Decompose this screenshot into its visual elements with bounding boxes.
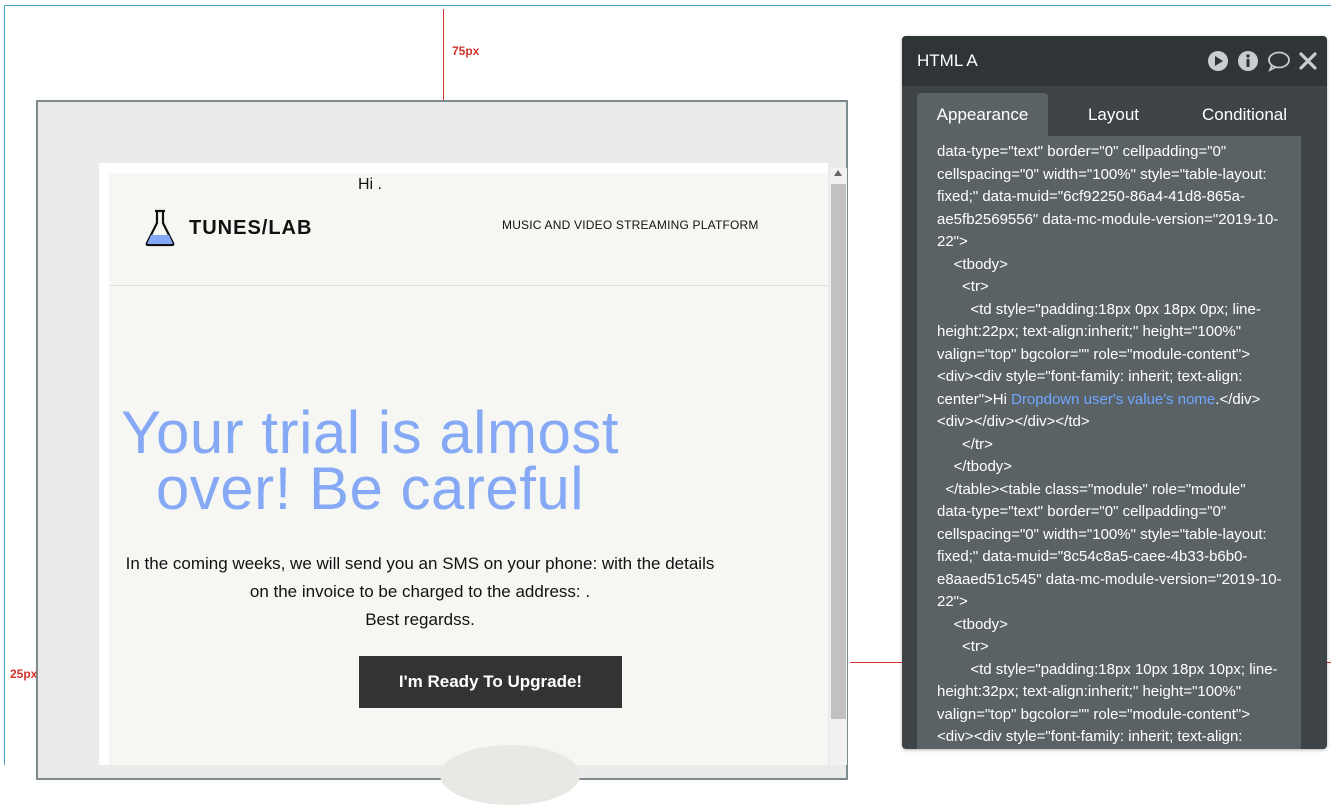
body-line-2: on the invoice to be charged to the addr… bbox=[249, 582, 591, 601]
scroll-thumb[interactable] bbox=[831, 184, 846, 719]
body-line-3: Best regardss. bbox=[365, 610, 475, 629]
email-headline: Your trial is almost over! Be careful bbox=[0, 399, 750, 522]
tab-appearance[interactable]: Appearance bbox=[917, 93, 1048, 136]
email-scrollbar[interactable] bbox=[830, 168, 847, 765]
headline-line-1: Your trial is almost bbox=[121, 399, 619, 466]
scroll-up-arrow-icon[interactable] bbox=[834, 170, 842, 176]
play-icon[interactable] bbox=[1207, 50, 1229, 72]
upgrade-button[interactable]: I'm Ready To Upgrade! bbox=[359, 656, 622, 708]
top-distance-label: 75px bbox=[452, 44, 480, 58]
panel-header: HTML A bbox=[902, 36, 1327, 86]
dynamic-expression[interactable]: Dropdown user's value's nome bbox=[1011, 391, 1215, 408]
flask-icon bbox=[145, 209, 175, 247]
code-part-1: data-type="text" border="0" cellpadding=… bbox=[937, 143, 1279, 408]
code-part-2: .</div><div></div></div></td> </tr> </tb… bbox=[937, 390, 1282, 746]
left-distance-label: 25px bbox=[10, 667, 38, 681]
email-body-text: In the coming weeks, we will send you an… bbox=[80, 550, 760, 634]
top-distance-guide bbox=[443, 9, 444, 100]
canvas-top-border bbox=[4, 5, 1331, 6]
close-icon[interactable] bbox=[1297, 50, 1319, 72]
brand-logo-text: TUNES/LAB bbox=[189, 217, 313, 239]
tab-conditional[interactable]: Conditional bbox=[1179, 93, 1310, 136]
html-code-editor[interactable]: data-type="text" border="0" cellpadding=… bbox=[917, 136, 1301, 749]
right-distance-guide bbox=[850, 662, 905, 663]
tab-layout[interactable]: Layout bbox=[1048, 93, 1179, 136]
headline-line-2: over! Be careful bbox=[155, 455, 585, 522]
property-editor-panel: HTML A Appearance Layout Conditional dat… bbox=[902, 36, 1327, 749]
brand-tagline: MUSIC AND VIDEO STREAMING PLATFORM bbox=[502, 218, 759, 232]
panel-title: HTML A bbox=[917, 51, 978, 70]
info-icon[interactable] bbox=[1237, 50, 1259, 72]
panel-tabs: Appearance Layout Conditional bbox=[917, 93, 1327, 136]
body-line-1: In the coming weeks, we will send you an… bbox=[125, 554, 715, 573]
decorative-shape bbox=[440, 745, 580, 805]
html-code-text[interactable]: data-type="text" border="0" cellpadding=… bbox=[917, 141, 1282, 749]
comment-icon[interactable] bbox=[1267, 50, 1290, 72]
canvas-left-border bbox=[4, 5, 5, 765]
email-greeting: Hi . bbox=[358, 176, 382, 193]
